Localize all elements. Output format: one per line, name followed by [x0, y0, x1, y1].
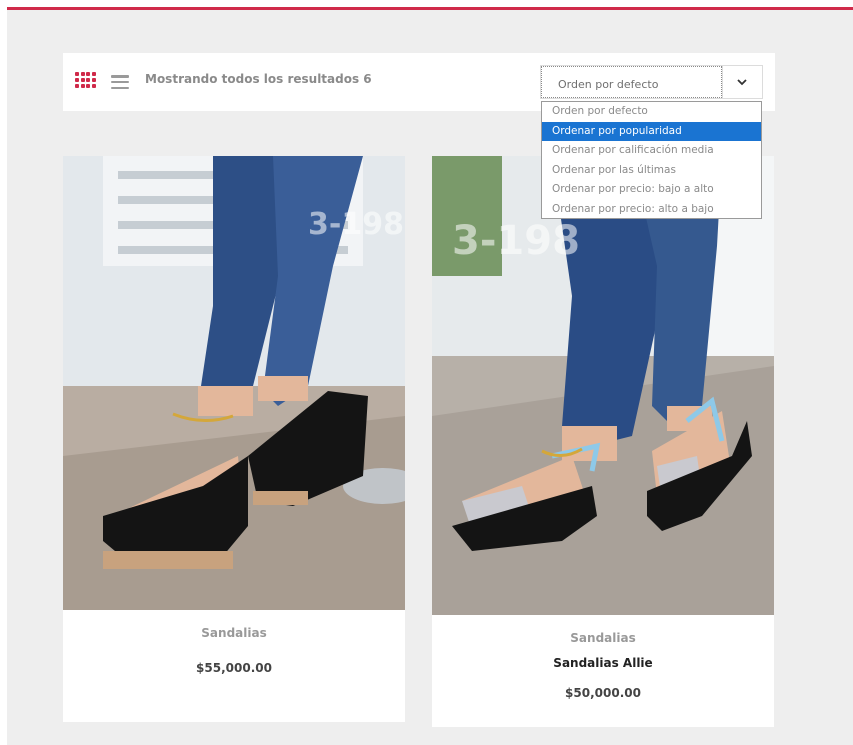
sort-option-latest[interactable]: Ordenar por las últimas — [542, 161, 761, 181]
result-count: Mostrando todos los resultados 6 — [145, 72, 372, 86]
product-category[interactable]: Sandalias — [432, 631, 774, 645]
product-image[interactable]: 3-198 — [432, 156, 774, 615]
product-price: $55,000.00 — [196, 661, 272, 675]
watermark-text: 3-198 — [308, 207, 404, 242]
product-card[interactable]: 3-198 Sandalias $55,000.00 — [63, 156, 405, 722]
product-category[interactable]: Sandalias — [63, 626, 405, 640]
list-view-icon[interactable] — [111, 75, 129, 89]
product-title[interactable]: Sandalias Allie — [432, 656, 774, 670]
product-image[interactable]: 3-198 — [63, 156, 405, 610]
product-card[interactable]: 3-198 Sandalias Sandalias Allie $50,000.… — [432, 156, 774, 727]
sort-dropdown-list: Orden por defecto Ordenar por popularida… — [541, 101, 762, 219]
sort-select[interactable]: Orden por defecto — [540, 65, 763, 99]
sort-option-popularity[interactable]: Ordenar por popularidad — [542, 121, 761, 141]
sort-option-price-desc[interactable]: Ordenar por precio: alto a bajo — [542, 200, 761, 220]
sort-option-rating[interactable]: Ordenar por calificación media — [542, 141, 761, 161]
chevron-down-icon[interactable] — [722, 66, 762, 98]
sort-select-value: Orden por defecto — [541, 66, 722, 98]
sort-option-price-asc[interactable]: Ordenar por precio: bajo a alto — [542, 180, 761, 200]
sort-option-default[interactable]: Orden por defecto — [542, 102, 761, 122]
grid-view-icon[interactable] — [75, 72, 96, 89]
product-price: $50,000.00 — [565, 686, 641, 700]
watermark-text: 3-198 — [452, 218, 580, 264]
